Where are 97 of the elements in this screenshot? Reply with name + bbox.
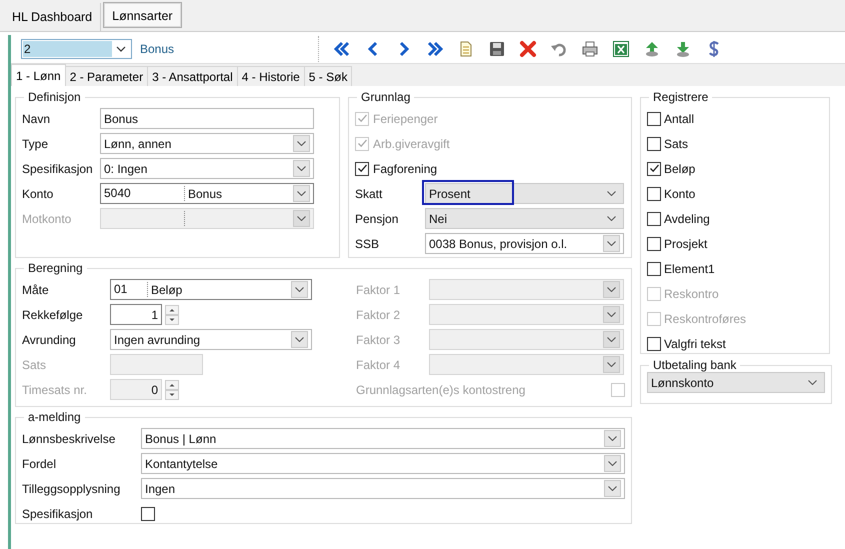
printer-icon[interactable] [581,40,599,58]
spinner-button[interactable] [165,304,179,324]
dropdown[interactable]: Prosent [425,183,624,204]
chevron-icon [291,281,308,298]
field-label: Faktor 4 [356,358,402,372]
chevron-icon [603,281,620,298]
checkbox-label: Valgfri tekst [664,336,726,350]
dropdown[interactable]: Lønn, annen [100,133,314,154]
checkbox[interactable] [355,162,369,176]
dropdown[interactable]: Ingen avrunding [110,329,312,350]
checkbox[interactable] [647,136,661,150]
spinner-button[interactable] [165,380,179,400]
dropdown[interactable]: Nei [425,208,624,229]
checkbox-label: Beløp [664,162,696,176]
document-tab[interactable]: Lønnsarter [103,2,182,28]
dropdown[interactable]: 0038 Bonus, provisjon o.l. [425,233,624,254]
group-title: Utbetaling bank [652,358,738,372]
field-label: Avrunding [22,332,77,346]
checkbox-label: Avdeling [664,212,710,226]
text-field[interactable] [110,354,203,375]
account-dropdown[interactable]: 5040 Bonus [100,183,314,204]
tab[interactable]: 1 - Lønn [11,64,66,86]
chevron-icon [116,46,126,52]
field-label: Pensjon [355,212,400,226]
checkbox-label: Fagforening [373,162,438,176]
last-record-icon[interactable] [426,40,444,58]
text-field[interactable]: Bonus [100,108,314,129]
checkbox[interactable] [647,162,661,176]
tab[interactable]: 3 - Ansattportal [147,66,238,86]
field-label: Fordel [22,456,58,470]
dropdown[interactable]: Kontantytelse [141,453,625,474]
chevron-icon [604,455,621,472]
field-label: Konto [22,186,54,200]
group-title: Definisjon [27,90,82,104]
field-label: Spesifikasjon [22,506,94,520]
delete-icon[interactable] [519,40,537,58]
dropdown[interactable]: 0: Ingen [100,158,314,179]
checkbox-label: Sats [664,136,688,150]
chevron-icon [603,356,620,373]
checkbox-label: Reskontro [664,286,719,300]
field-label: Grunnlagsarten(e)s kontostreng [356,382,526,396]
method-dropdown[interactable]: 01 Beløp [110,279,312,300]
checkbox[interactable] [647,262,661,276]
field-label: Faktor 1 [356,282,402,296]
tab[interactable]: 5 - Søk [304,66,352,86]
dropdown[interactable]: Bonus | Lønn [141,428,625,449]
group-title: Beregning [27,261,84,275]
chevron-icon [604,430,621,447]
field-label: Type [22,136,50,150]
checkbox[interactable] [647,336,661,350]
group-title: a-melding [27,410,82,424]
checkbox[interactable] [141,506,155,520]
checkbox[interactable] [647,186,661,200]
save-icon[interactable] [488,40,506,58]
field-label: SSB [355,236,380,250]
checkbox-label: Feriepenger [373,112,438,126]
spreadsheet-icon[interactable] [612,40,630,58]
first-record-icon[interactable] [333,40,351,58]
field-label: Motkonto [22,212,72,226]
chevron-icon [293,135,310,152]
field-label: Navn [22,112,52,126]
import-arrow-icon[interactable] [643,40,661,58]
field-label: Faktor 3 [356,332,402,346]
record-name: Bonus [140,42,176,56]
group-title: Grunnlag [360,90,412,104]
field-label: Skatt [355,186,384,200]
checkbox[interactable] [647,212,661,226]
field-label: Måte [22,282,50,296]
chevron-icon [603,235,620,252]
field-label: Faktor 2 [356,308,402,322]
chevron-icon [293,185,310,202]
export-arrow-icon[interactable] [674,40,692,58]
field-label: Spesifikasjon [22,162,94,176]
checkbox-label: Konto [664,186,696,200]
checkbox[interactable] [647,236,661,250]
checkbox-label: Prosjekt [664,236,708,250]
number-field[interactable]: 1 [110,304,162,325]
group-title: Registrere [652,90,710,104]
dropdown[interactable]: Lønnskonto [647,372,825,393]
dropdown[interactable]: Ingen [141,478,625,499]
chevron-icon [603,306,620,323]
record-dropdown[interactable]: 2 [21,39,132,59]
chevron-icon [603,331,620,348]
field-label: Lønnsbeskrivelse [22,432,116,446]
checkbox-label: Reskontroføres [664,312,746,326]
field-label: Timesats nr. [22,382,88,396]
chevron-icon [604,480,621,497]
field-label: Sats [22,358,48,372]
field-label: Rekkefølge [22,308,84,322]
chevron-icon [291,331,308,348]
checkbox[interactable] [647,112,661,126]
checkbox-label: Element1 [664,262,715,276]
field-label: Tilleggsopplysning [22,482,122,496]
checkbox-label: Antall [664,112,694,126]
chevron-icon [293,210,310,227]
chevron-icon [293,160,310,177]
checkbox-label: Arb.giveravgift [373,136,450,150]
